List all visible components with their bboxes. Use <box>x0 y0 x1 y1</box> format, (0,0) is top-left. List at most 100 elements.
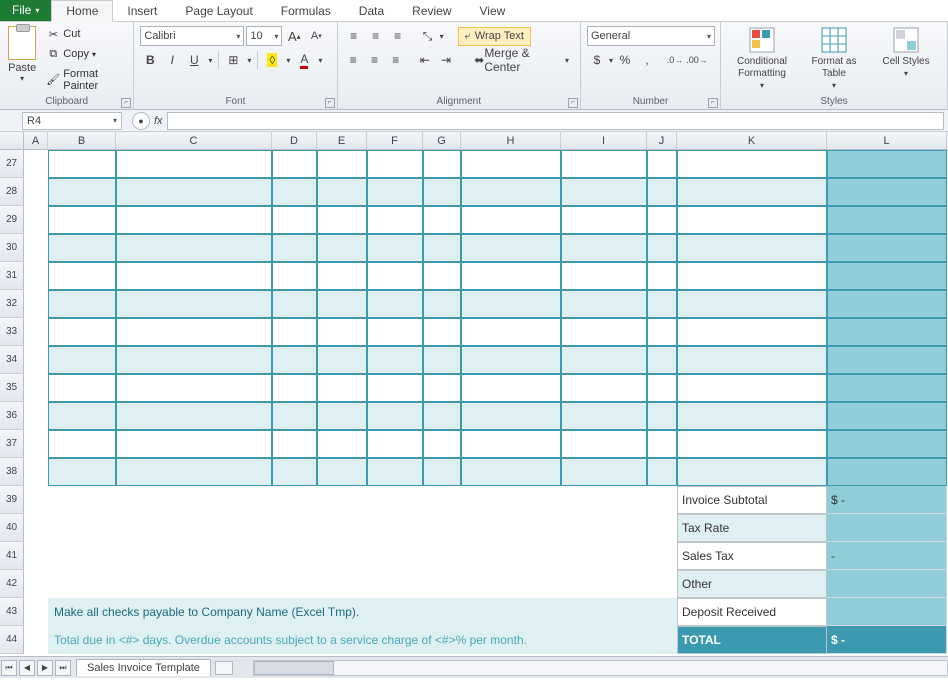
cell[interactable] <box>48 430 116 458</box>
cell[interactable] <box>317 150 367 178</box>
cell[interactable] <box>116 514 272 542</box>
number-format-combo[interactable]: General▾ <box>587 26 715 46</box>
cell[interactable] <box>561 318 647 346</box>
col-C[interactable]: C <box>116 132 272 149</box>
cell[interactable] <box>423 234 461 262</box>
cell[interactable] <box>423 374 461 402</box>
cell[interactable] <box>461 570 561 598</box>
cell[interactable] <box>272 458 317 486</box>
cell[interactable] <box>647 486 677 514</box>
cell[interactable] <box>317 458 367 486</box>
cell[interactable] <box>677 262 827 290</box>
cell[interactable] <box>116 290 272 318</box>
cell[interactable] <box>647 150 677 178</box>
cell[interactable] <box>677 150 827 178</box>
cell[interactable] <box>423 402 461 430</box>
cell[interactable] <box>116 206 272 234</box>
cell[interactable] <box>48 402 116 430</box>
cell[interactable] <box>461 234 561 262</box>
cell[interactable] <box>24 570 48 598</box>
row-43[interactable]: 43 <box>0 598 24 626</box>
cell[interactable] <box>461 486 561 514</box>
cell[interactable] <box>48 262 116 290</box>
decrease-font-button[interactable]: A▾ <box>306 26 326 46</box>
cell[interactable] <box>317 570 367 598</box>
cell[interactable] <box>561 430 647 458</box>
chevron-down-icon[interactable]: ▾ <box>245 56 253 65</box>
row-33[interactable]: 33 <box>0 318 24 346</box>
dialog-launcher[interactable]: ⌐ <box>121 98 131 108</box>
cell[interactable] <box>24 598 48 626</box>
cell[interactable] <box>48 150 116 178</box>
dialog-launcher[interactable]: ⌐ <box>568 98 578 108</box>
cell[interactable] <box>48 318 116 346</box>
cell[interactable] <box>116 178 272 206</box>
row-36[interactable]: 36 <box>0 402 24 430</box>
cell[interactable] <box>272 206 317 234</box>
orientation-button[interactable]: ⤡ <box>418 26 438 46</box>
cell[interactable] <box>561 262 647 290</box>
cell[interactable] <box>561 374 647 402</box>
cut-button[interactable]: ✂Cut <box>44 26 129 42</box>
cell[interactable] <box>367 402 423 430</box>
format-painter-button[interactable]: 🖌Format Painter <box>44 67 129 93</box>
cell[interactable] <box>677 318 827 346</box>
cell[interactable] <box>272 430 317 458</box>
cell[interactable]: Invoice Subtotal <box>677 486 827 514</box>
cell[interactable] <box>317 234 367 262</box>
cell[interactable] <box>48 514 116 542</box>
cell[interactable] <box>677 346 827 374</box>
chevron-down-icon[interactable]: ▾ <box>609 56 613 65</box>
cell[interactable] <box>827 374 947 402</box>
row-34[interactable]: 34 <box>0 346 24 374</box>
format-as-table-button[interactable]: Format as Table ▾ <box>801 26 867 92</box>
cell[interactable] <box>423 570 461 598</box>
increase-indent-button[interactable]: ⇥ <box>436 50 455 70</box>
cell[interactable] <box>317 542 367 570</box>
cell[interactable] <box>561 178 647 206</box>
cell[interactable]: Deposit Received <box>677 598 827 626</box>
cell[interactable] <box>677 458 827 486</box>
cell[interactable] <box>561 598 647 626</box>
col-D[interactable]: D <box>272 132 317 149</box>
cell[interactable]: TOTAL <box>677 626 827 654</box>
cell[interactable] <box>647 458 677 486</box>
cell[interactable] <box>24 346 48 374</box>
cell[interactable] <box>367 150 423 178</box>
cell[interactable] <box>116 234 272 262</box>
col-H[interactable]: H <box>461 132 561 149</box>
cell[interactable] <box>461 458 561 486</box>
cell[interactable] <box>423 346 461 374</box>
cell[interactable] <box>272 570 317 598</box>
col-K[interactable]: K <box>677 132 827 149</box>
cell[interactable] <box>423 598 461 626</box>
cell[interactable] <box>423 206 461 234</box>
col-E[interactable]: E <box>317 132 367 149</box>
cell[interactable] <box>677 374 827 402</box>
conditional-formatting-button[interactable]: Conditional Formatting ▾ <box>729 26 795 92</box>
comma-button[interactable]: , <box>637 50 657 70</box>
underline-button[interactable]: U <box>184 50 204 70</box>
align-right-button[interactable]: ≡ <box>386 50 405 70</box>
cell[interactable] <box>367 206 423 234</box>
cell[interactable] <box>827 206 947 234</box>
cell[interactable] <box>116 262 272 290</box>
cell[interactable] <box>423 178 461 206</box>
align-middle-button[interactable]: ≡ <box>366 26 386 46</box>
cell[interactable] <box>827 234 947 262</box>
cell[interactable] <box>24 318 48 346</box>
sheet-tab[interactable]: Sales Invoice Template <box>76 659 211 676</box>
cell[interactable] <box>116 458 272 486</box>
cell[interactable] <box>647 346 677 374</box>
row-32[interactable]: 32 <box>0 290 24 318</box>
cell[interactable] <box>827 570 947 598</box>
cell[interactable]: Total due in <#> days. Overdue accounts … <box>48 626 116 654</box>
dialog-launcher[interactable]: ⌐ <box>325 98 335 108</box>
scrollbar-thumb[interactable] <box>254 661 334 675</box>
row-40[interactable]: 40 <box>0 514 24 542</box>
cell[interactable] <box>827 598 947 626</box>
cell[interactable]: $ - <box>827 626 947 654</box>
cell[interactable] <box>367 178 423 206</box>
cell[interactable] <box>647 598 677 626</box>
cell[interactable] <box>561 458 647 486</box>
